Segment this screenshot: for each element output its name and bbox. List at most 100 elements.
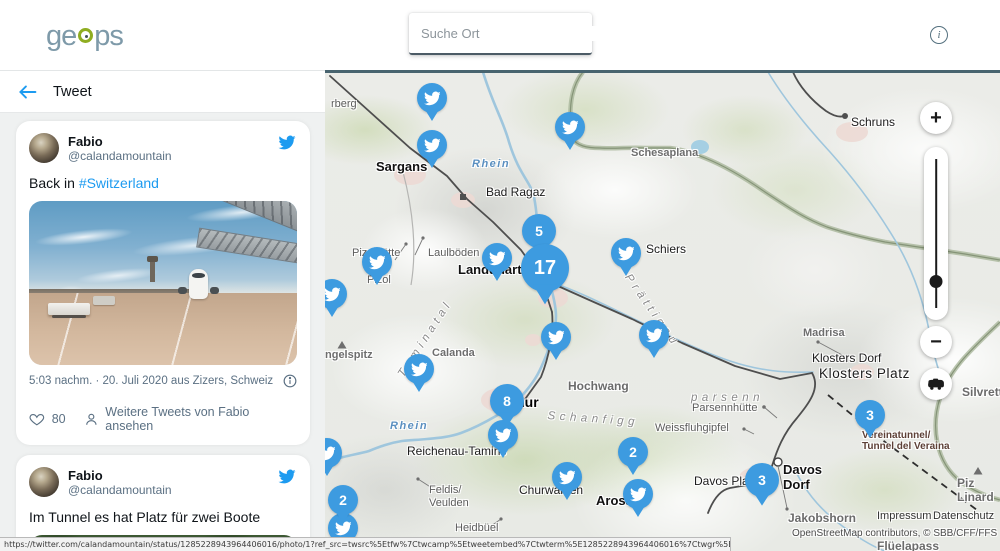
back-arrow-icon [18,84,37,100]
peak-triangle [338,341,347,349]
tweet-1-names: Fabio @calandamountain [68,133,172,164]
tweet-pin-marker[interactable] [404,354,434,384]
place-search-box[interactable] [409,13,592,55]
peak-triangle [974,467,983,475]
airplane [179,267,219,301]
ground-vehicle [93,296,115,305]
tweet-pin-marker[interactable] [417,130,447,160]
impressum-link[interactable]: Impressum [877,510,931,523]
map-label-schiers: Schiers [646,243,686,257]
map-label-piz-linard: Piz Linard [957,477,1000,505]
cluster-marker-5[interactable]: 5 [522,214,556,248]
map-label-laulböden: Laulböden [428,247,479,260]
map-label-hochwang: Hochwang [568,380,629,394]
tweet-pin-marker[interactable] [611,238,641,268]
browser-status-bar: https://twitter.com/calandamountain/stat… [0,537,731,551]
map-label-schruns: Schruns [851,116,895,130]
map-label-klosters-dorf: Klosters Dorf [812,352,881,366]
map-top-border [325,70,1000,73]
heart-icon[interactable] [29,412,45,427]
hashtag-link[interactable]: #Switzerland [79,175,159,191]
cluster-marker-17[interactable]: 17 [521,244,569,292]
tweet-panel: Tweet Fabio @calandamountain Back in #Sw… [0,70,325,551]
railway-line [793,72,844,116]
map-label-flüelapass: Flüelapass [877,540,939,551]
logo-text-2: ps [94,20,123,53]
map-label-bad-ragaz: Bad Ragaz [486,186,545,200]
like-count: 80 [52,412,66,426]
zoom-in-button[interactable]: + [920,102,952,134]
map-label-feldis-veulden: Feldis/ Veulden [429,484,469,509]
tweet-handle: @calandamountain [68,483,172,498]
landquart-river [551,282,813,372]
logo-o-icon [78,28,93,43]
map-label-rhein: Rhein [472,158,510,171]
zoom-slider-handle[interactable] [930,275,943,288]
map-label-madrisa: Madrisa [803,327,845,340]
ground-vehicle [48,303,90,315]
map-attribution: OpenStreetMap contributors, © SBB/CFF/FF… [792,528,997,540]
map-label-jakobshorn: Jakobshorn [788,512,856,526]
map-label-schesaplana: Schesaplana [631,147,698,160]
tweet-pin-marker[interactable] [555,112,585,142]
tweet-pin-marker[interactable] [482,243,512,273]
search-input[interactable] [421,26,597,41]
tweet-actions: 80 Weitere Tweets von Fabio ansehen [29,396,297,433]
avatar[interactable] [29,467,59,497]
vehicle-icon [926,377,946,391]
status-url: https://twitter.com/calandamountain/stat… [4,540,731,549]
geops-trainview-app: geps i Tweet Fabio @calandamountain [0,0,1000,551]
avatar[interactable] [29,133,59,163]
cluster-marker-3[interactable]: 3 [745,463,779,497]
geops-logo[interactable]: geps [46,20,123,53]
tweet-meta: 5:03 nachm. · 20. Juli 2020 aus Zizers, … [29,374,297,388]
map-label-sargans: Sargans [376,160,427,175]
map-label-rberg: rberg [331,98,357,111]
tweet-text: Back in #Switzerland [29,174,297,192]
tweet-pin-marker[interactable] [552,462,582,492]
tweet-pin-marker[interactable] [623,479,653,509]
cluster-marker-2[interactable]: 2 [328,485,358,515]
tweet-timestamp: 5:03 nachm. · 20. Juli 2020 aus Zizers, … [29,375,273,387]
twitter-bird-icon[interactable] [277,468,297,490]
map[interactable]: rberg Sargans Rhein Bad Ragaz Schruns Schesap… [325,70,1000,551]
tweet-pin-marker[interactable] [639,320,669,350]
panel-title: Tweet [53,84,92,100]
tweet-text: Im Tunnel es hat Platz für zwei Boote [29,508,297,526]
tweet-pin-marker[interactable] [362,247,392,277]
twitter-bird-icon[interactable] [277,134,297,156]
tweet-pin-marker[interactable] [417,83,447,113]
more-tweets-link[interactable]: Weitere Tweets von Fabio ansehen [105,405,297,433]
map-label-weissfluhgipfel: Weissfluhgipfel [655,422,729,435]
map-label-davos-dorf: Davos Dorf [783,463,822,493]
tweet-2-head: Fabio @calandamountain [29,467,297,498]
layer-toggle-button[interactable] [920,368,952,400]
tweet-pin-marker[interactable] [541,322,571,352]
tweet-panel-header: Tweet [0,71,325,113]
info-icon[interactable]: i [930,26,948,44]
tweet-1-head: Fabio @calandamountain [29,133,297,164]
back-button[interactable] [15,80,39,104]
cluster-marker-2[interactable]: 2 [618,437,648,467]
map-label-rhein: Rhein [390,420,428,433]
logo-text-1: ge [46,20,76,53]
map-label-ngelspitz: ngelspitz [325,349,373,362]
vereina-tunnel-line [828,395,977,510]
cluster-marker-3[interactable]: 3 [855,400,885,430]
tweet-author: Fabio [68,134,172,149]
zoom-out-button[interactable]: − [920,326,952,358]
map-label-klosters-platz: Klosters Platz [819,366,910,382]
app-header: geps i [0,0,1000,70]
map-label-reichenau-tamins: Reichenau-Tamins [407,445,506,459]
info-circle-icon[interactable] [283,374,297,388]
zoom-slider[interactable] [924,147,948,320]
map-label-calanda: Calanda [432,347,475,360]
datenschutz-link[interactable]: Datenschutz [933,510,994,523]
tweet-photo-airport[interactable] [29,201,297,365]
control-tower [150,260,155,282]
map-label-parsennhütte: Parsennhütte [692,402,757,415]
cluster-marker-8[interactable]: 8 [490,384,524,418]
person-icon[interactable] [84,412,99,427]
map-label-silvretta: Silvretta [962,386,1000,400]
tweet-card-1[interactable]: Fabio @calandamountain Back in #Switzerl… [16,121,310,445]
